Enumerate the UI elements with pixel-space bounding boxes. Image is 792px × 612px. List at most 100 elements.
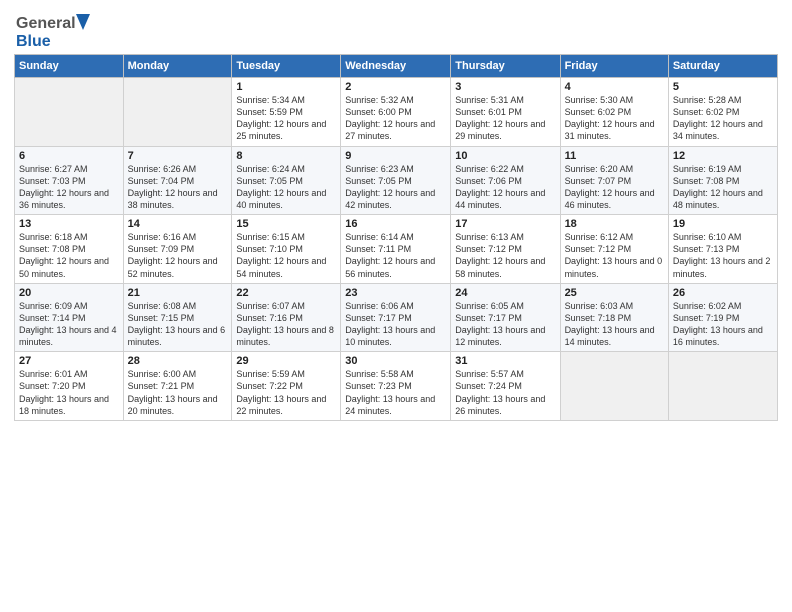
calendar-cell [668, 352, 777, 421]
day-number: 11 [565, 150, 664, 162]
calendar-cell: 30Sunrise: 5:58 AMSunset: 7:23 PMDayligh… [341, 352, 451, 421]
calendar-cell: 25Sunrise: 6:03 AMSunset: 7:18 PMDayligh… [560, 283, 668, 352]
day-header-sunday: Sunday [15, 55, 124, 78]
day-info: Sunrise: 5:58 AMSunset: 7:23 PMDaylight:… [345, 368, 446, 417]
day-number: 23 [345, 287, 446, 299]
calendar-cell: 8Sunrise: 6:24 AMSunset: 7:05 PMDaylight… [232, 146, 341, 215]
day-info: Sunrise: 5:57 AMSunset: 7:24 PMDaylight:… [455, 368, 555, 417]
calendar-cell: 1Sunrise: 5:34 AMSunset: 5:59 PMDaylight… [232, 78, 341, 147]
day-info: Sunrise: 6:00 AMSunset: 7:21 PMDaylight:… [128, 368, 228, 417]
calendar-cell: 22Sunrise: 6:07 AMSunset: 7:16 PMDayligh… [232, 283, 341, 352]
day-number: 21 [128, 287, 228, 299]
calendar-cell: 20Sunrise: 6:09 AMSunset: 7:14 PMDayligh… [15, 283, 124, 352]
day-number: 20 [19, 287, 119, 299]
day-info: Sunrise: 6:08 AMSunset: 7:15 PMDaylight:… [128, 300, 228, 349]
day-number: 22 [236, 287, 336, 299]
day-number: 16 [345, 218, 446, 230]
calendar-cell: 16Sunrise: 6:14 AMSunset: 7:11 PMDayligh… [341, 215, 451, 284]
day-number: 3 [455, 81, 555, 93]
day-number: 1 [236, 81, 336, 93]
day-info: Sunrise: 5:34 AMSunset: 5:59 PMDaylight:… [236, 94, 336, 143]
day-number: 9 [345, 150, 446, 162]
day-header-friday: Friday [560, 55, 668, 78]
calendar-cell: 12Sunrise: 6:19 AMSunset: 7:08 PMDayligh… [668, 146, 777, 215]
day-header-monday: Monday [123, 55, 232, 78]
calendar-cell: 6Sunrise: 6:27 AMSunset: 7:03 PMDaylight… [15, 146, 124, 215]
day-info: Sunrise: 5:32 AMSunset: 6:00 PMDaylight:… [345, 94, 446, 143]
svg-text:General: General [16, 15, 76, 32]
calendar-cell: 14Sunrise: 6:16 AMSunset: 7:09 PMDayligh… [123, 215, 232, 284]
day-info: Sunrise: 6:07 AMSunset: 7:16 PMDaylight:… [236, 300, 336, 349]
calendar-cell: 5Sunrise: 5:28 AMSunset: 6:02 PMDaylight… [668, 78, 777, 147]
calendar-cell: 19Sunrise: 6:10 AMSunset: 7:13 PMDayligh… [668, 215, 777, 284]
day-info: Sunrise: 5:28 AMSunset: 6:02 PMDaylight:… [673, 94, 773, 143]
calendar-cell [560, 352, 668, 421]
day-info: Sunrise: 6:15 AMSunset: 7:10 PMDaylight:… [236, 231, 336, 280]
day-number: 28 [128, 355, 228, 367]
day-header-tuesday: Tuesday [232, 55, 341, 78]
calendar-week-row: 1Sunrise: 5:34 AMSunset: 5:59 PMDaylight… [15, 78, 778, 147]
day-number: 4 [565, 81, 664, 93]
day-number: 29 [236, 355, 336, 367]
day-number: 25 [565, 287, 664, 299]
day-number: 14 [128, 218, 228, 230]
calendar-cell: 13Sunrise: 6:18 AMSunset: 7:08 PMDayligh… [15, 215, 124, 284]
day-number: 7 [128, 150, 228, 162]
day-info: Sunrise: 6:01 AMSunset: 7:20 PMDaylight:… [19, 368, 119, 417]
day-info: Sunrise: 6:13 AMSunset: 7:12 PMDaylight:… [455, 231, 555, 280]
calendar-cell: 18Sunrise: 6:12 AMSunset: 7:12 PMDayligh… [560, 215, 668, 284]
day-info: Sunrise: 6:27 AMSunset: 7:03 PMDaylight:… [19, 163, 119, 212]
calendar-cell: 23Sunrise: 6:06 AMSunset: 7:17 PMDayligh… [341, 283, 451, 352]
day-info: Sunrise: 6:12 AMSunset: 7:12 PMDaylight:… [565, 231, 664, 280]
calendar-week-row: 20Sunrise: 6:09 AMSunset: 7:14 PMDayligh… [15, 283, 778, 352]
day-info: Sunrise: 6:06 AMSunset: 7:17 PMDaylight:… [345, 300, 446, 349]
calendar-cell: 7Sunrise: 6:26 AMSunset: 7:04 PMDaylight… [123, 146, 232, 215]
day-header-saturday: Saturday [668, 55, 777, 78]
logo: GeneralBlue [14, 10, 94, 50]
day-info: Sunrise: 5:31 AMSunset: 6:01 PMDaylight:… [455, 94, 555, 143]
calendar-cell: 2Sunrise: 5:32 AMSunset: 6:00 PMDaylight… [341, 78, 451, 147]
day-number: 18 [565, 218, 664, 230]
day-info: Sunrise: 5:30 AMSunset: 6:02 PMDaylight:… [565, 94, 664, 143]
day-info: Sunrise: 6:20 AMSunset: 7:07 PMDaylight:… [565, 163, 664, 212]
day-info: Sunrise: 6:14 AMSunset: 7:11 PMDaylight:… [345, 231, 446, 280]
page-container: GeneralBlue SundayMondayTuesdayWednesday… [0, 0, 792, 429]
day-info: Sunrise: 5:59 AMSunset: 7:22 PMDaylight:… [236, 368, 336, 417]
calendar-cell [15, 78, 124, 147]
day-header-wednesday: Wednesday [341, 55, 451, 78]
day-number: 17 [455, 218, 555, 230]
day-info: Sunrise: 6:10 AMSunset: 7:13 PMDaylight:… [673, 231, 773, 280]
calendar-cell: 17Sunrise: 6:13 AMSunset: 7:12 PMDayligh… [451, 215, 560, 284]
day-info: Sunrise: 6:02 AMSunset: 7:19 PMDaylight:… [673, 300, 773, 349]
day-number: 19 [673, 218, 773, 230]
day-number: 2 [345, 81, 446, 93]
logo-icon: GeneralBlue [14, 10, 94, 50]
calendar-week-row: 6Sunrise: 6:27 AMSunset: 7:03 PMDaylight… [15, 146, 778, 215]
day-number: 30 [345, 355, 446, 367]
day-number: 15 [236, 218, 336, 230]
calendar-cell: 31Sunrise: 5:57 AMSunset: 7:24 PMDayligh… [451, 352, 560, 421]
day-info: Sunrise: 6:26 AMSunset: 7:04 PMDaylight:… [128, 163, 228, 212]
day-info: Sunrise: 6:19 AMSunset: 7:08 PMDaylight:… [673, 163, 773, 212]
calendar-cell: 3Sunrise: 5:31 AMSunset: 6:01 PMDaylight… [451, 78, 560, 147]
calendar-cell: 28Sunrise: 6:00 AMSunset: 7:21 PMDayligh… [123, 352, 232, 421]
day-number: 27 [19, 355, 119, 367]
calendar-week-row: 27Sunrise: 6:01 AMSunset: 7:20 PMDayligh… [15, 352, 778, 421]
day-number: 13 [19, 218, 119, 230]
calendar-cell: 24Sunrise: 6:05 AMSunset: 7:17 PMDayligh… [451, 283, 560, 352]
calendar-header-row: SundayMondayTuesdayWednesdayThursdayFrid… [15, 55, 778, 78]
day-info: Sunrise: 6:05 AMSunset: 7:17 PMDaylight:… [455, 300, 555, 349]
calendar-cell: 21Sunrise: 6:08 AMSunset: 7:15 PMDayligh… [123, 283, 232, 352]
calendar-cell [123, 78, 232, 147]
day-info: Sunrise: 6:09 AMSunset: 7:14 PMDaylight:… [19, 300, 119, 349]
day-header-thursday: Thursday [451, 55, 560, 78]
calendar-cell: 29Sunrise: 5:59 AMSunset: 7:22 PMDayligh… [232, 352, 341, 421]
day-number: 8 [236, 150, 336, 162]
day-number: 26 [673, 287, 773, 299]
calendar-cell: 27Sunrise: 6:01 AMSunset: 7:20 PMDayligh… [15, 352, 124, 421]
calendar-cell: 15Sunrise: 6:15 AMSunset: 7:10 PMDayligh… [232, 215, 341, 284]
calendar-week-row: 13Sunrise: 6:18 AMSunset: 7:08 PMDayligh… [15, 215, 778, 284]
day-number: 10 [455, 150, 555, 162]
calendar-cell: 26Sunrise: 6:02 AMSunset: 7:19 PMDayligh… [668, 283, 777, 352]
header: GeneralBlue [14, 10, 778, 50]
